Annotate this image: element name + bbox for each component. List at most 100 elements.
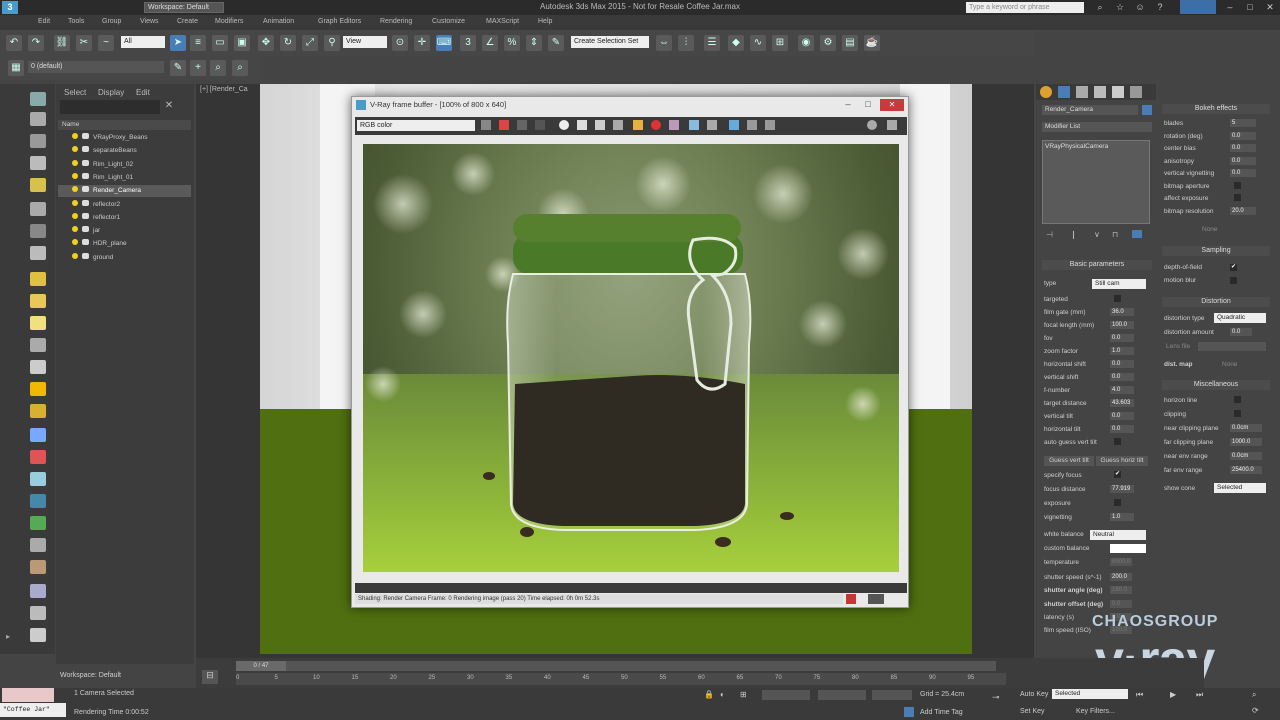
- show-end-result-icon[interactable]: ❘: [1070, 230, 1080, 239]
- time-tag-icon[interactable]: [904, 707, 914, 717]
- run-icon[interactable]: [30, 538, 46, 552]
- x-coord-field[interactable]: [762, 690, 810, 700]
- param-spinner[interactable]: 77.919: [1110, 485, 1134, 493]
- vfb-maximize-icon[interactable]: □: [858, 99, 878, 111]
- bitmap-none-button[interactable]: None: [1202, 226, 1218, 233]
- render-toggle-icon[interactable]: [82, 146, 89, 153]
- menu-create[interactable]: Create: [177, 18, 198, 25]
- param-checkbox[interactable]: [1234, 181, 1241, 189]
- scene-list-item[interactable]: Rim_Light_02: [58, 159, 191, 171]
- save-image-icon[interactable]: [481, 120, 491, 130]
- utilities-tab-icon[interactable]: [1130, 86, 1142, 98]
- dynamics-icon[interactable]: [30, 450, 46, 464]
- param-spinner[interactable]: 25400.0: [1230, 466, 1262, 474]
- helper-icon[interactable]: [30, 202, 46, 216]
- visibility-bulb-icon[interactable]: [72, 199, 78, 206]
- select-object-icon[interactable]: ➤: [170, 35, 186, 51]
- link-to-render-icon[interactable]: [707, 120, 717, 130]
- y-coord-field[interactable]: [818, 690, 866, 700]
- custom-balance-swatch[interactable]: [1110, 544, 1146, 553]
- configure-sets-icon[interactable]: [1132, 230, 1142, 238]
- scene-list-item[interactable]: jar: [58, 225, 191, 237]
- create-layer-icon[interactable]: ✎: [170, 60, 186, 76]
- blue-channel-icon[interactable]: [535, 120, 545, 130]
- scene-list-item[interactable]: ground: [58, 252, 191, 264]
- create-panel-icon[interactable]: [30, 92, 46, 106]
- distortion-header[interactable]: Distortion: [1162, 297, 1270, 307]
- show-cone-dropdown[interactable]: Selected: [1214, 483, 1266, 493]
- param-checkbox[interactable]: [1114, 295, 1121, 302]
- param-spinner[interactable]: 36.0: [1110, 308, 1134, 316]
- render-setup-icon[interactable]: ⚙: [820, 35, 836, 51]
- guess-horiz-tilt-button[interactable]: Guess horiz tilt: [1096, 456, 1148, 466]
- track-bar[interactable]: 0 5 10 15 20 25 30 35 40 45 50 55 60 65 70 75 80 85 90 95: [236, 673, 1006, 685]
- tab-display[interactable]: Display: [98, 88, 124, 97]
- shutter-offset-spinner[interactable]: 0.0: [1110, 600, 1132, 608]
- param-checkbox[interactable]: [1114, 438, 1121, 445]
- display-tab-icon[interactable]: [1112, 86, 1124, 98]
- scene-list-item[interactable]: Rim_Light_01: [58, 172, 191, 184]
- move-icon[interactable]: ✥: [258, 35, 274, 51]
- stop-render-icon[interactable]: [651, 120, 661, 130]
- help-icon[interactable]: ?: [1150, 0, 1170, 14]
- brush-icon[interactable]: [30, 560, 46, 574]
- bind-spacewarp-icon[interactable]: ~: [98, 35, 114, 51]
- save-icon[interactable]: [595, 120, 605, 130]
- rendered-frame-window-icon[interactable]: ▤: [842, 35, 858, 51]
- visibility-bulb-icon[interactable]: [72, 133, 78, 139]
- workspace-dropdown[interactable]: Workspace: Default: [144, 2, 224, 13]
- select-layer-objects-icon[interactable]: ⌕: [210, 60, 226, 76]
- maximize-icon[interactable]: □: [1240, 0, 1260, 14]
- time-slider-thumb[interactable]: 0 / 47: [236, 661, 286, 671]
- white-balance-dropdown[interactable]: Neutral: [1090, 530, 1146, 540]
- shutter-angle-spinner[interactable]: 180.0: [1110, 586, 1132, 594]
- vray-frame-buffer-window[interactable]: V-Ray frame buffer - [100% of 800 x 640]…: [351, 96, 909, 608]
- menu-maxscript[interactable]: MAXScript: [486, 18, 519, 25]
- tab-select[interactable]: Select: [64, 88, 86, 97]
- maxscript-listener-input[interactable]: "Coffee Jar": [0, 703, 66, 717]
- selection-filter-dropdown[interactable]: All: [121, 36, 165, 48]
- param-checkbox[interactable]: [1114, 499, 1121, 506]
- basic-params-header[interactable]: Basic parameters: [1042, 260, 1152, 270]
- material-editor-icon[interactable]: ◉: [798, 35, 814, 51]
- temperature-spinner[interactable]: 6500.0: [1110, 558, 1132, 566]
- object-color-swatch[interactable]: [1142, 105, 1152, 115]
- rect-selection-icon[interactable]: ▭: [212, 35, 228, 51]
- load-icon[interactable]: [613, 120, 623, 130]
- set-current-layer-icon[interactable]: ⌕: [232, 60, 248, 76]
- teapot-icon[interactable]: [30, 294, 46, 308]
- time-slider[interactable]: 0 / 47: [236, 661, 996, 671]
- bokeh-header[interactable]: Bokeh effects: [1162, 104, 1270, 114]
- maxscript-listener-mini[interactable]: [2, 688, 54, 702]
- vfb-expand-icon[interactable]: [887, 120, 897, 130]
- vfb-stop-icon[interactable]: [846, 594, 856, 604]
- scene-search-input[interactable]: [60, 100, 160, 114]
- dist-map-none-button[interactable]: None: [1222, 361, 1238, 368]
- align-icon[interactable]: ⫶: [678, 35, 694, 51]
- scene-list-item[interactable]: Render_Camera: [58, 185, 191, 198]
- add-to-layer-icon[interactable]: +: [190, 60, 206, 76]
- snaps-toggle-icon[interactable]: 3: [460, 35, 476, 51]
- create-tab-icon[interactable]: [1040, 86, 1052, 98]
- light-sphere-icon[interactable]: [30, 316, 46, 330]
- vfb-settings-icon[interactable]: [867, 120, 877, 130]
- cone-icon[interactable]: [30, 360, 46, 374]
- undo-icon[interactable]: ↶: [6, 35, 22, 51]
- clear-search-icon[interactable]: ✕: [162, 100, 176, 114]
- make-unique-icon[interactable]: ∨: [1094, 230, 1104, 239]
- app-logo-icon[interactable]: 3: [2, 1, 18, 14]
- lock-selection-icon[interactable]: 🔒: [704, 690, 714, 700]
- param-spinner[interactable]: 1.0: [1110, 513, 1134, 521]
- column-header-name[interactable]: Name: [58, 120, 191, 130]
- globe-icon[interactable]: [30, 494, 46, 508]
- visibility-bulb-icon[interactable]: [72, 186, 78, 193]
- dof-checkbox[interactable]: ✔: [1230, 264, 1237, 271]
- param-spinner[interactable]: 1000.0: [1230, 438, 1262, 446]
- spacewarp-icon[interactable]: [30, 246, 46, 260]
- modifier-list-dropdown[interactable]: Modifier List: [1042, 122, 1152, 132]
- pin-stack-icon[interactable]: ⊣: [1046, 230, 1056, 239]
- param-spinner[interactable]: 0.0: [1110, 425, 1134, 433]
- keyboard-shortcut-icon[interactable]: ⌨: [436, 35, 452, 51]
- goto-end-icon[interactable]: ⏭: [1196, 690, 1206, 700]
- user-icon[interactable]: ☺: [1130, 0, 1150, 14]
